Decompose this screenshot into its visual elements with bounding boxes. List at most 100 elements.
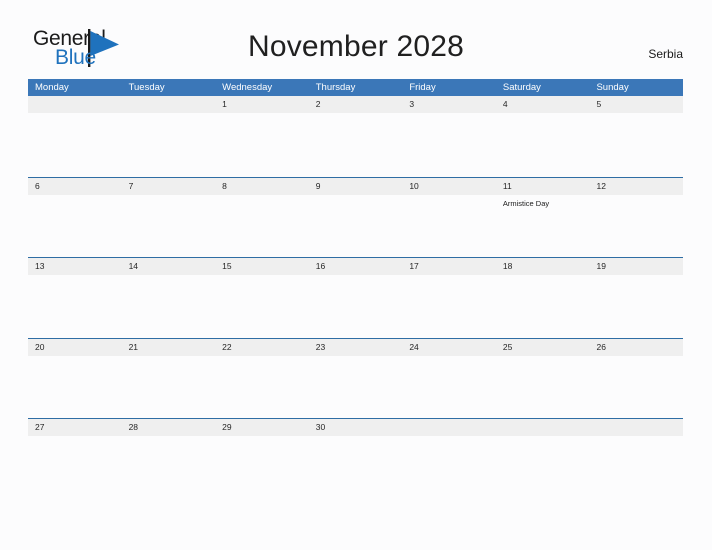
day-number: 3 (409, 99, 415, 109)
day-number: 17 (409, 261, 419, 271)
day-number-band: 4 (495, 96, 590, 113)
day-cell-23[interactable]: 23 (308, 338, 403, 419)
day-cell-24[interactable]: 24 (402, 338, 496, 419)
day-number-band (121, 96, 216, 113)
day-number-band (495, 419, 590, 436)
weekday-header-sunday: Sunday (596, 82, 629, 93)
day-cell-17[interactable]: 17 (402, 258, 496, 338)
weekday-header-saturday: Saturday (502, 82, 541, 93)
day-events (496, 275, 590, 279)
day-events (589, 195, 683, 199)
day-number: 2 (315, 99, 321, 109)
weekday-header-tuesday: Tuesday (128, 82, 165, 93)
day-cell-empty (495, 419, 590, 499)
day-cell-9[interactable]: 9 (308, 177, 403, 258)
day-events (215, 275, 309, 279)
day-cell-8[interactable]: 8 (215, 177, 309, 258)
day-cell-14[interactable]: 14 (121, 258, 216, 338)
day-events (215, 436, 309, 440)
day-number: 29 (222, 422, 232, 432)
day-number-band: 30 (308, 419, 403, 436)
calendar-week-row: 27 28 29 30 (28, 418, 684, 499)
day-cell-5[interactable]: 5 (589, 96, 684, 177)
day-events (496, 436, 590, 440)
day-cell-22[interactable]: 22 (215, 338, 309, 419)
day-number-band (402, 419, 496, 436)
day-events (28, 195, 122, 199)
page-title: November 2028 (247, 30, 465, 63)
day-cell-13[interactable]: 13 (28, 258, 122, 338)
day-number-band: 15 (215, 258, 309, 275)
day-number-band: 22 (215, 338, 309, 356)
calendar-week-row: 13 14 15 16 17 18 19 (28, 257, 684, 338)
day-number: 22 (222, 341, 232, 352)
calendar-grid: Monday Tuesday Wednesday Thursday Friday Satu… (28, 79, 684, 499)
day-events (402, 113, 496, 117)
day-events (122, 436, 216, 440)
day-number-band: 8 (215, 177, 309, 195)
day-number-band: 2 (308, 96, 403, 113)
day-cell-10[interactable]: 10 (402, 177, 496, 258)
day-events (309, 195, 403, 199)
day-number-band: 29 (215, 419, 309, 436)
day-number: 10 (409, 180, 419, 191)
day-number-band: 12 (589, 177, 684, 195)
day-number: 21 (128, 341, 139, 352)
day-cell-25[interactable]: 25 (495, 338, 590, 419)
day-cell-3[interactable]: 3 (402, 96, 496, 177)
day-events (122, 356, 216, 360)
day-number-band: 10 (402, 177, 496, 195)
calendar-weeks: 1 2 3 4 5 6 7 8 9 10 11 Armistice Day 12 13 14 15 16 17 18… (28, 96, 684, 499)
day-cell-6[interactable]: 6 (28, 177, 122, 258)
day-number-band (589, 419, 684, 436)
day-number: 11 (502, 180, 512, 191)
day-cell-18[interactable]: 18 (495, 258, 590, 338)
day-number: 4 (502, 99, 508, 109)
day-cell-7[interactable]: 7 (121, 177, 216, 258)
day-number: 7 (128, 180, 134, 191)
day-cell-16[interactable]: 16 (308, 258, 403, 338)
day-number-band: 21 (121, 338, 216, 356)
day-events (28, 113, 122, 117)
day-number: 30 (315, 422, 326, 432)
day-number-band: 17 (402, 258, 496, 275)
day-cell-27[interactable]: 27 (28, 419, 122, 499)
weekday-header-friday: Friday (409, 82, 436, 93)
day-number-band: 19 (589, 258, 684, 275)
day-cell-1[interactable]: 1 (215, 96, 309, 177)
week-cells: 27 28 29 30 (28, 419, 684, 499)
day-cell-15[interactable]: 15 (215, 258, 309, 338)
day-events (402, 356, 496, 360)
day-events (122, 195, 216, 199)
day-events (122, 275, 216, 279)
day-events (402, 275, 496, 279)
day-number: 19 (596, 261, 606, 271)
day-events (402, 195, 496, 199)
day-events (589, 356, 683, 360)
day-cell-2[interactable]: 2 (308, 96, 403, 177)
day-number-band: 28 (121, 419, 216, 436)
region-label: Serbia (648, 47, 683, 61)
day-number-band: 7 (121, 177, 216, 195)
day-cell-29[interactable]: 29 (215, 419, 309, 499)
day-events (496, 356, 590, 360)
day-cell-11[interactable]: 11 Armistice Day (495, 177, 590, 258)
day-cell-30[interactable]: 30 (308, 419, 403, 499)
day-events (496, 113, 590, 117)
day-cell-12[interactable]: 12 (589, 177, 684, 258)
day-number: 6 (35, 180, 40, 191)
day-cell-28[interactable]: 28 (121, 419, 216, 499)
day-events (28, 356, 122, 360)
day-cell-19[interactable]: 19 (589, 258, 684, 338)
day-cell-20[interactable]: 20 (28, 338, 122, 419)
weekday-header-thursday: Thursday (315, 82, 356, 93)
day-number: 23 (315, 341, 326, 352)
day-number-band: 20 (28, 338, 122, 356)
day-events (122, 113, 216, 117)
day-events (589, 113, 683, 117)
day-cell-4[interactable]: 4 (495, 96, 590, 177)
day-cell-21[interactable]: 21 (121, 338, 216, 419)
week-cells: 20 21 22 23 24 25 26 (28, 338, 684, 419)
day-cell-26[interactable]: 26 (589, 338, 684, 419)
event-label: Armistice Day (502, 198, 550, 208)
